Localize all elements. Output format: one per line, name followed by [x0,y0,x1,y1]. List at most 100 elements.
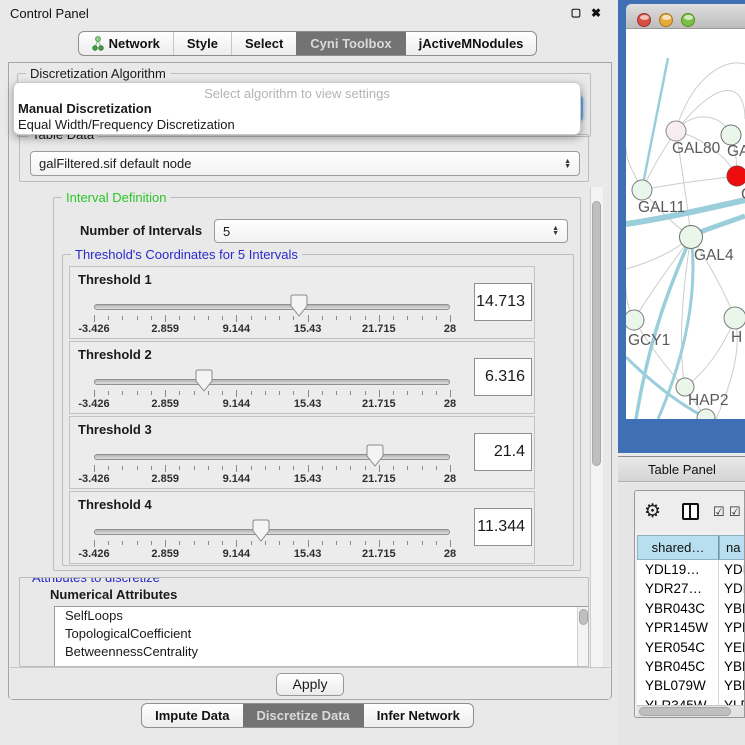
tick-label: 28 [444,323,456,335]
cell-shared-name[interactable]: YLR345W [637,696,719,705]
threshold-slider[interactable]: -3.4262.8599.14415.4321.71528 [94,417,450,490]
cell-shared-name[interactable]: YER054C [637,638,719,657]
tick-mark [108,391,109,395]
close-window-icon[interactable]: ✖ [588,5,604,21]
network-window-titlebar[interactable] [626,4,745,29]
threshold-value-field[interactable]: 21.4 [474,433,532,471]
cell-name[interactable]: YPR1 [719,618,745,637]
tick-mark [194,391,195,395]
scrollbar-thumb[interactable] [639,707,731,716]
tick-mark [236,390,237,397]
close-traffic-light-icon[interactable] [637,13,651,27]
table-row[interactable]: YBR045C YBR0 [637,657,745,676]
dropdown-option-manual[interactable]: Manual Discretization [14,101,580,117]
control-panel-window: Control Panel ▢ ✖ Network Style Select [0,0,615,745]
slider-thumb-icon[interactable] [195,369,213,392]
column-header-name[interactable]: na [719,535,745,560]
network-node[interactable] [626,310,644,330]
checkbox-icon[interactable]: ☑ [729,504,741,520]
scrollbar-thumb[interactable] [579,609,588,625]
window-title: Control Panel [10,6,89,21]
threshold-value-field[interactable]: 14.713 [474,283,532,321]
network-node[interactable] [724,307,745,329]
network-node[interactable] [721,125,741,145]
tab-select[interactable]: Select [231,32,296,55]
list-scrollbar[interactable] [577,607,589,667]
top-tabbar: Network Style Select Cyni Toolbox jActiv… [0,31,615,56]
cell-shared-name[interactable]: YBR045C [637,657,719,676]
network-node[interactable] [666,121,686,141]
table-row[interactable]: YBR043C YBR0 [637,599,745,618]
tick-label: -3.426 [78,548,109,560]
gear-icon[interactable]: ⚙ [644,500,661,523]
tick-mark [407,391,408,395]
network-node[interactable] [727,166,745,186]
threshold-slider[interactable]: -3.4262.8599.14415.4321.71528 [94,492,450,565]
number-of-intervals-combobox[interactable]: 5 ▲▼ [214,219,568,243]
slider-track[interactable] [94,454,450,460]
tick-mark [108,541,109,545]
threshold-value-field[interactable]: 11.344 [474,508,532,546]
tick-label: 2.859 [151,323,179,335]
table-row[interactable]: YDR27… YDR2 [637,579,745,598]
attributes-listbox[interactable]: SelfLoops TopologicalCoefficient Between… [54,606,589,667]
cell-name[interactable]: YDR2 [719,579,745,598]
threshold-value-field[interactable]: 6.316 [474,358,532,396]
tab-impute-data[interactable]: Impute Data [142,704,242,727]
list-item[interactable]: SelfLoops [55,607,589,625]
slider-track[interactable] [94,304,450,310]
cell-name[interactable]: YLR3 [719,696,745,705]
zoom-traffic-light-icon[interactable] [681,13,695,27]
list-item[interactable]: TopologicalCoefficient [55,625,589,643]
tab-cyni-toolbox[interactable]: Cyni Toolbox [296,32,404,55]
threshold-slider[interactable]: -3.4262.8599.14415.4321.71528 [94,342,450,415]
table-row[interactable]: YBL079W YBL0 [637,676,745,695]
network-node[interactable] [632,180,652,200]
table-horizontal-scrollbar[interactable] [637,705,745,717]
tick-mark [108,316,109,320]
tab-infer-network[interactable]: Infer Network [363,704,473,727]
table-data-combobox[interactable]: galFiltered.sif default node ▲▼ [30,151,580,176]
slider-thumb-icon[interactable] [290,294,308,317]
dropdown-option-equal-width[interactable]: Equal Width/Frequency Discretization [14,117,580,133]
slider-track[interactable] [94,529,450,535]
tab-jactivemnodules[interactable]: jActiveMNodules [405,32,537,55]
cell-name[interactable]: YBR0 [719,657,745,676]
network-node[interactable] [680,226,703,249]
tick-mark [279,541,280,545]
network-canvas[interactable]: GAL80GACGAL11GAL4GCY1HHAP2 [626,29,745,419]
table-row[interactable]: YDL19… YDL1 [637,560,745,579]
cell-shared-name[interactable]: YBL079W [637,676,719,695]
slider-thumb-icon[interactable] [252,519,270,542]
minimize-traffic-light-icon[interactable] [659,13,673,27]
cell-name[interactable]: YDL1 [719,560,745,579]
apply-button[interactable]: Apply [276,673,344,696]
interval-definition-group: Interval Definition Number of Intervals … [53,197,581,571]
settings-scrollbar[interactable] [590,187,603,667]
network-node[interactable] [697,409,715,419]
column-header-shared-name[interactable]: shared… [637,535,719,560]
checkbox-icon[interactable]: ☑ [713,504,725,520]
tick-mark [450,315,451,322]
cell-name[interactable]: YER0 [719,638,745,657]
slider-track[interactable] [94,379,450,385]
cell-name[interactable]: YBL0 [719,676,745,695]
columns-icon[interactable] [682,503,699,520]
table-row[interactable]: YLR345W YLR3 [637,696,745,705]
slider-thumb-icon[interactable] [366,444,384,467]
float-window-icon[interactable]: ▢ [568,5,584,21]
cell-name[interactable]: YBR0 [719,599,745,618]
tick-mark [222,541,223,545]
cell-shared-name[interactable]: YBR043C [637,599,719,618]
cell-shared-name[interactable]: YDL19… [637,560,719,579]
tab-network[interactable]: Network [79,32,173,55]
cell-shared-name[interactable]: YDR27… [637,579,719,598]
list-item[interactable]: BetweennessCentrality [55,643,589,661]
tab-discretize-data[interactable]: Discretize Data [243,704,363,727]
table-row[interactable]: YPR145W YPR1 [637,618,745,637]
cell-shared-name[interactable]: YPR145W [637,618,719,637]
table-row[interactable]: YER054C YER0 [637,638,745,657]
scrollbar-thumb[interactable] [592,201,601,466]
tab-style[interactable]: Style [173,32,231,55]
threshold-slider[interactable]: -3.4262.8599.14415.4321.71528 [94,267,450,340]
